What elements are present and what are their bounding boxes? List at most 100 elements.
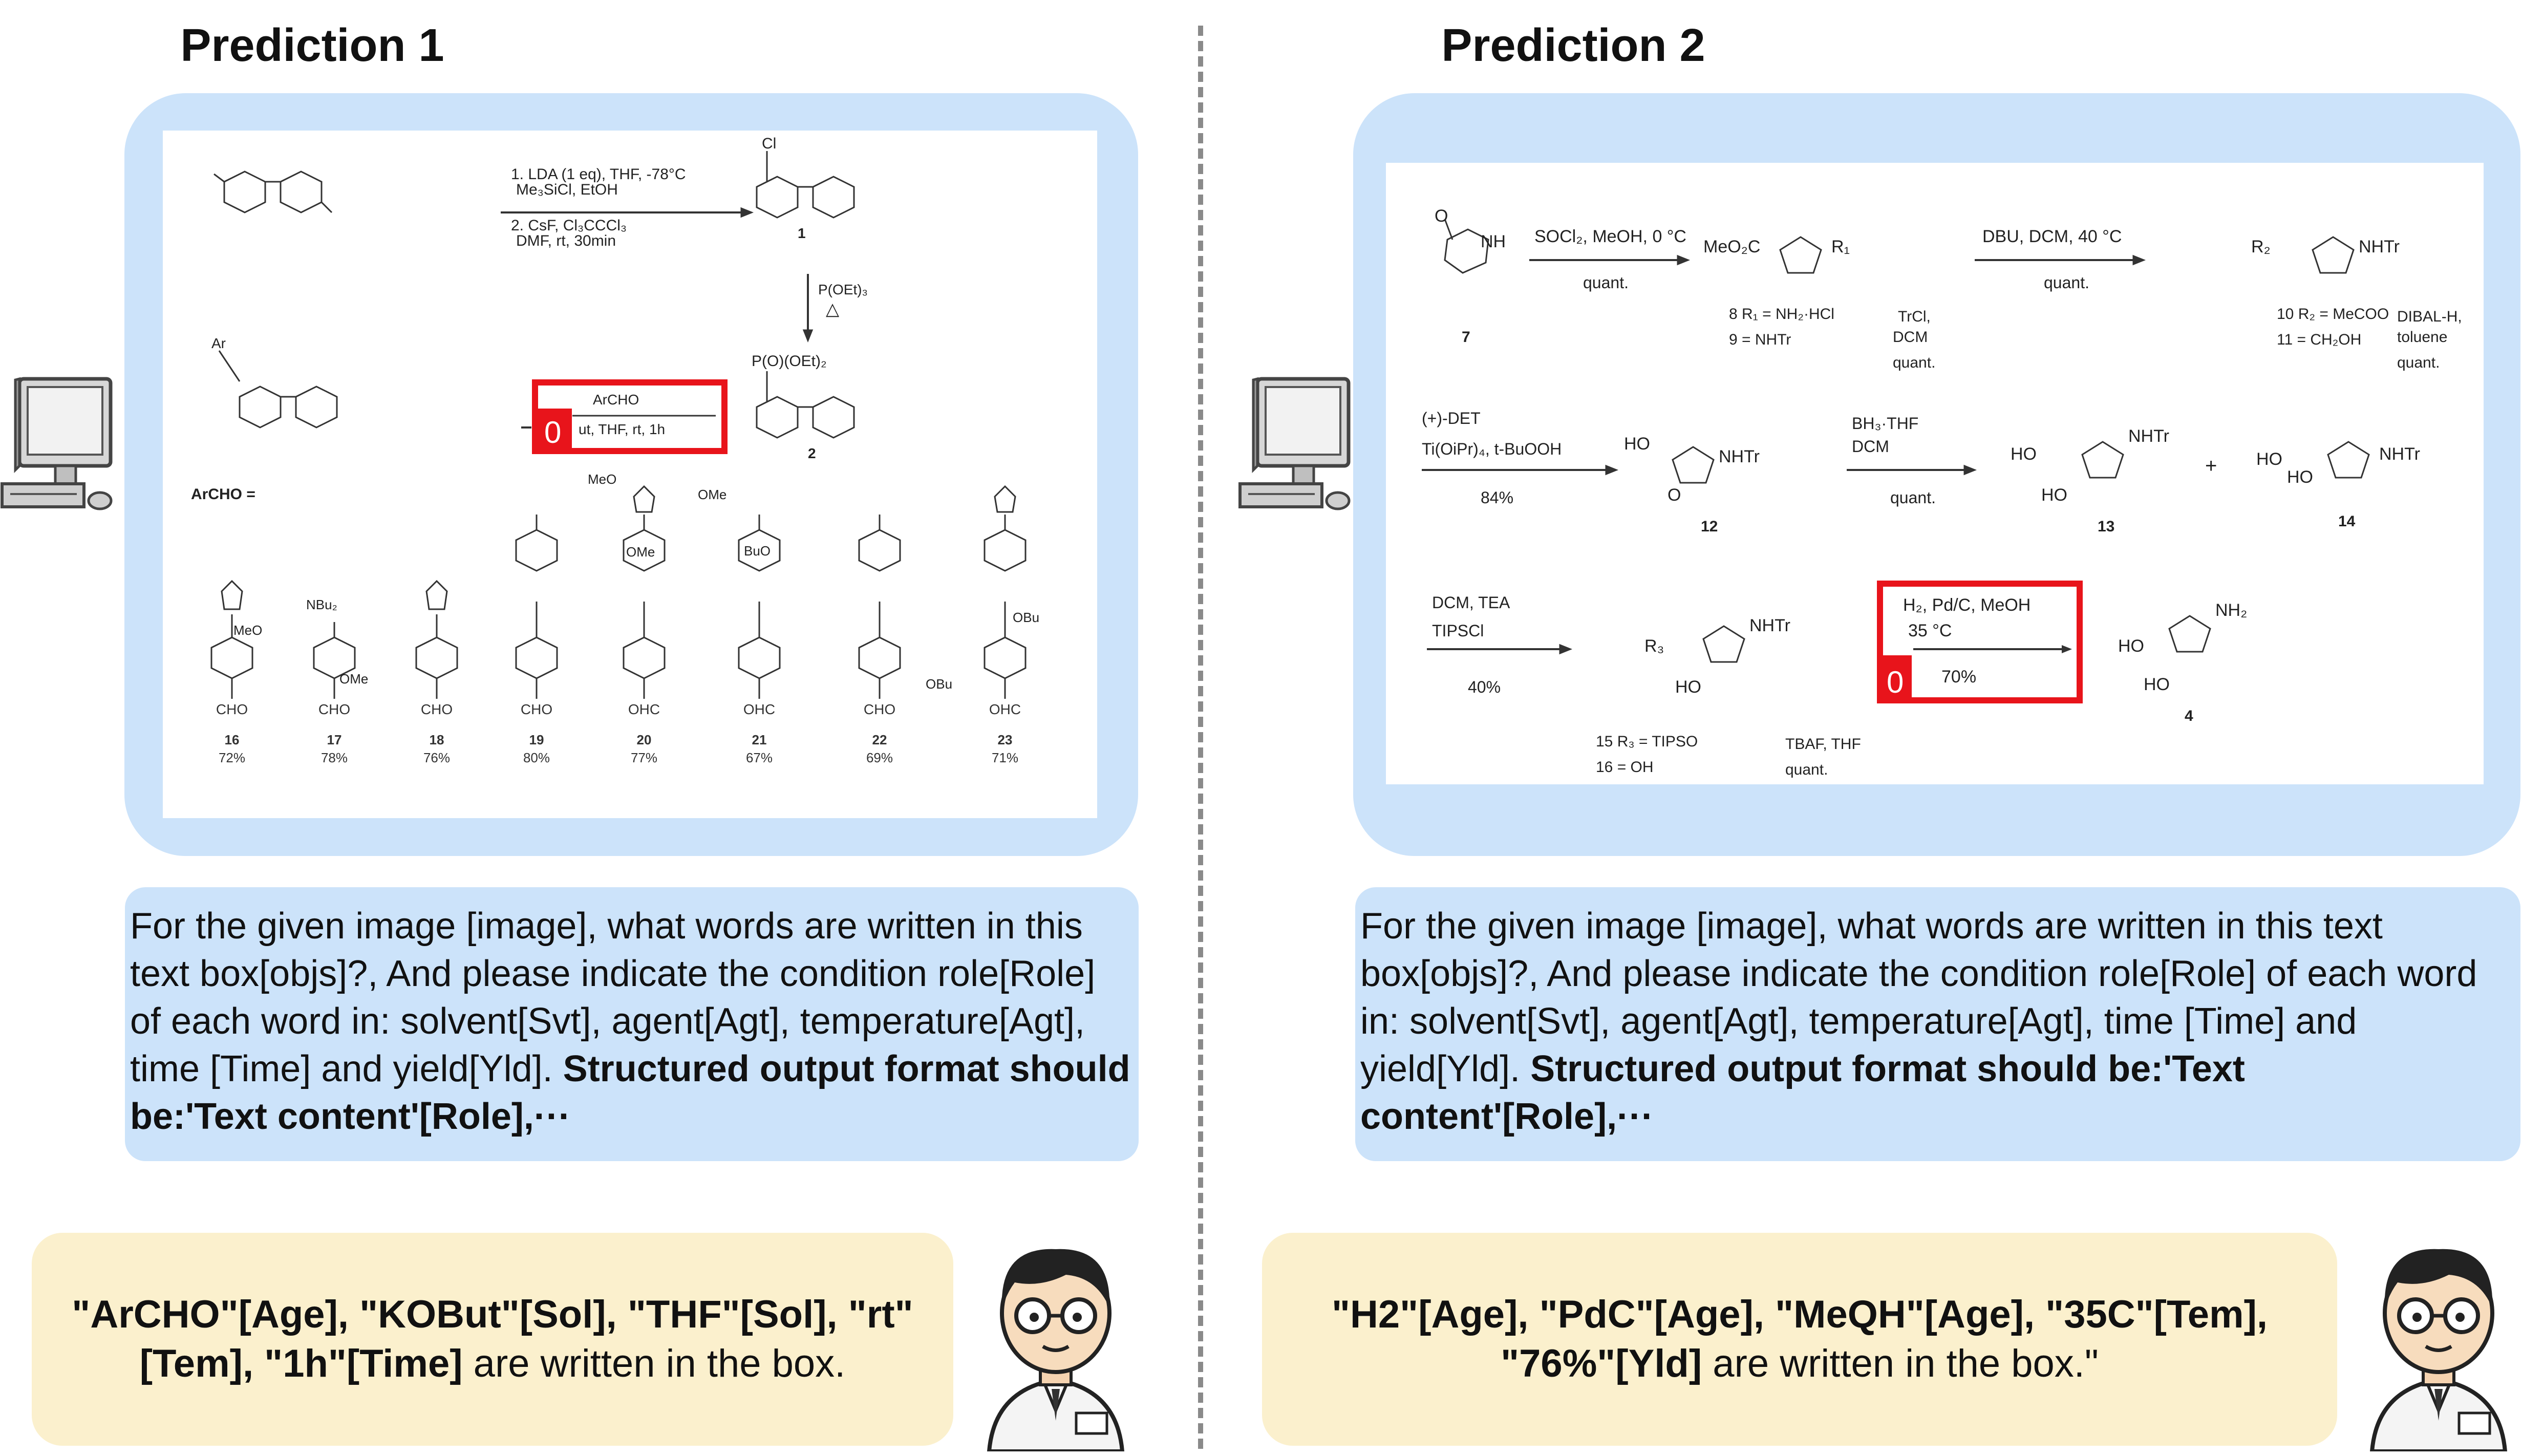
cmpd-4: 4 xyxy=(2185,708,2193,724)
answer-suffix: are written in the box." xyxy=(1702,1342,2099,1385)
aldehyde-group: CHO xyxy=(420,701,453,717)
aldehyde-group: OHC xyxy=(989,701,1021,717)
dcm: DCM xyxy=(1893,329,1928,346)
line-15: 15 R₃ = TIPSO xyxy=(1596,733,1698,750)
label-1: 1 xyxy=(798,225,806,241)
line-8: 8 R₁ = NH₂·HCl xyxy=(1729,306,1834,323)
left-panel: Prediction 1 1. LDA (1 eq), THF, -78°C M… xyxy=(0,0,1261,1456)
aldehyde-series xyxy=(210,485,1027,699)
cond-top-4: DMF, rt, 30min xyxy=(516,232,616,249)
compound-number: 19 xyxy=(529,732,544,747)
quant: quant. xyxy=(1583,273,1629,292)
ho-label: HO xyxy=(2011,444,2037,464)
compound-number: 16 xyxy=(224,732,240,747)
o-label: O xyxy=(1435,206,1448,226)
aldehyde-group: CHO xyxy=(216,701,248,717)
ho-label: HO xyxy=(2144,675,2170,694)
computer-icon xyxy=(0,374,115,525)
ti-cond: Ti(OiPr)₄, t-BuOOH xyxy=(1422,440,1562,458)
aldehyde-group: OHC xyxy=(628,701,660,717)
compound-1 xyxy=(756,151,855,219)
nh-label: NH xyxy=(1481,232,1506,251)
quant: quant. xyxy=(1890,488,1936,507)
trcl: TrCl, xyxy=(1898,308,1931,325)
quant: quant. xyxy=(2397,354,2440,371)
compound-number: 18 xyxy=(429,732,444,747)
box-line-1: ArCHO xyxy=(593,392,639,408)
cmpd-7: 7 xyxy=(1462,329,1470,346)
reaction-scheme-image-1: 1. LDA (1 eq), THF, -78°C Me₃SiCl, EtOH … xyxy=(163,131,1097,818)
dbu-cond: DBU, DCM, 40 °C xyxy=(1982,227,2122,246)
compound-yield: 69% xyxy=(866,750,893,765)
subst-ome: OMe xyxy=(339,671,368,687)
dcm: DCM xyxy=(1852,437,1889,456)
det: (+)-DET xyxy=(1422,409,1481,427)
aldehyde-group: CHO xyxy=(520,701,553,717)
compound-yield: 76% xyxy=(423,750,451,765)
cond-down-sym: △ xyxy=(826,299,840,319)
box-index: 0 xyxy=(1887,665,1904,699)
nhtr-label: NHTr xyxy=(2128,426,2169,446)
meo2c-label: MeO₂C xyxy=(1703,237,1760,256)
p84: 84% xyxy=(1481,488,1513,507)
answer-text: "H2"[Age], "PdC"[Age], "MeQH"[Age], "35C… xyxy=(1332,1290,2268,1388)
tipscl: TIPSCl xyxy=(1432,622,1484,640)
ar-label: Ar xyxy=(211,335,226,351)
r3-label: R₃ xyxy=(1644,636,1664,656)
bh3: BH₃·THF xyxy=(1852,414,1918,433)
compound-2 xyxy=(756,371,855,439)
ho-label: HO xyxy=(1675,677,1701,697)
r2-label: R₂ xyxy=(2251,237,2271,256)
box-line-1: H₂, Pd/C, MeOH xyxy=(1903,595,2031,615)
subst-buo: BuO xyxy=(744,543,771,559)
r1-cond: SOCl₂, MeOH, 0 °C xyxy=(1534,227,1686,246)
compound-yield: 77% xyxy=(630,750,658,765)
box-line-2: ut, THF, rt, 1h xyxy=(579,421,665,437)
line-9: 9 = NHTr xyxy=(1729,331,1791,348)
quant: quant. xyxy=(2044,273,2089,292)
aldehyde-group: OHC xyxy=(743,701,776,717)
ho-label: HO xyxy=(2287,467,2313,487)
p40: 40% xyxy=(1468,678,1501,696)
r1-label: R₁ xyxy=(1831,237,1850,256)
cond-top-2: Me₃SiCl, EtOH xyxy=(516,181,618,198)
phosphonate-label: P(O)(OEt)₂ xyxy=(752,353,827,370)
subst-obu: OBu xyxy=(1013,610,1039,625)
nhtr-label: NHTr xyxy=(2379,444,2420,464)
line-16: 16 = OH xyxy=(1596,759,1654,776)
prediction-2-title: Prediction 2 xyxy=(1441,20,1705,71)
cond-top-3: 2. CsF, Cl₃CCCl₃ xyxy=(511,217,627,234)
quant: quant. xyxy=(1893,354,1935,371)
cl-label: Cl xyxy=(762,135,776,152)
cond-top-1: 1. LDA (1 eq), THF, -78°C xyxy=(511,166,686,183)
compound-yield: 80% xyxy=(523,750,550,765)
quant: quant. xyxy=(1785,761,1828,778)
nhtr-label: NHTr xyxy=(1749,616,1790,635)
ho-label: HO xyxy=(2041,485,2067,505)
line-10: 10 R₂ = MeCOO xyxy=(2277,306,2389,323)
compound-number: 23 xyxy=(997,732,1013,747)
compound-number: 20 xyxy=(636,732,652,747)
subst-meo: MeO xyxy=(233,623,262,638)
dcm-tea: DCM, TEA xyxy=(1432,593,1510,612)
cmpd-12: 12 xyxy=(1701,518,1718,535)
compound-number: 22 xyxy=(872,732,887,747)
plus: + xyxy=(2205,455,2217,477)
answer-text: "ArCHO"[Age], "KOBut"[Sol], "THF"[Sol], … xyxy=(52,1290,933,1388)
reaction-scheme-image-2: O NH 7 SOCl₂, MeOH, 0 °C quant. MeO₂C R₁… xyxy=(1386,163,2484,784)
answer-roles: "H2"[Age], "PdC"[Age], "MeQH"[Age], "35C… xyxy=(1331,1293,2268,1336)
scientist-avatar xyxy=(2362,1226,2515,1454)
compound-yield: 67% xyxy=(745,750,773,765)
nhtr-label: NHTr xyxy=(1719,447,1760,466)
bipyridine-start xyxy=(213,170,333,213)
subst-obu: OBu xyxy=(926,676,952,692)
compound-yield: 78% xyxy=(320,750,348,765)
tbaf: TBAF, THF xyxy=(1785,736,1861,753)
answer-box: "ArCHO"[Age], "KOBut"[Sol], "THF"[Sol], … xyxy=(32,1233,953,1446)
cmpd-14: 14 xyxy=(2338,513,2356,530)
answer-yield: "76%"[Yld] xyxy=(1501,1342,1702,1385)
archo-eq: ArCHO = xyxy=(191,486,255,503)
scientist-avatar xyxy=(979,1226,1132,1454)
compound-number: 17 xyxy=(327,732,342,747)
question-box: For the given image [image], what words … xyxy=(1355,887,2520,1161)
